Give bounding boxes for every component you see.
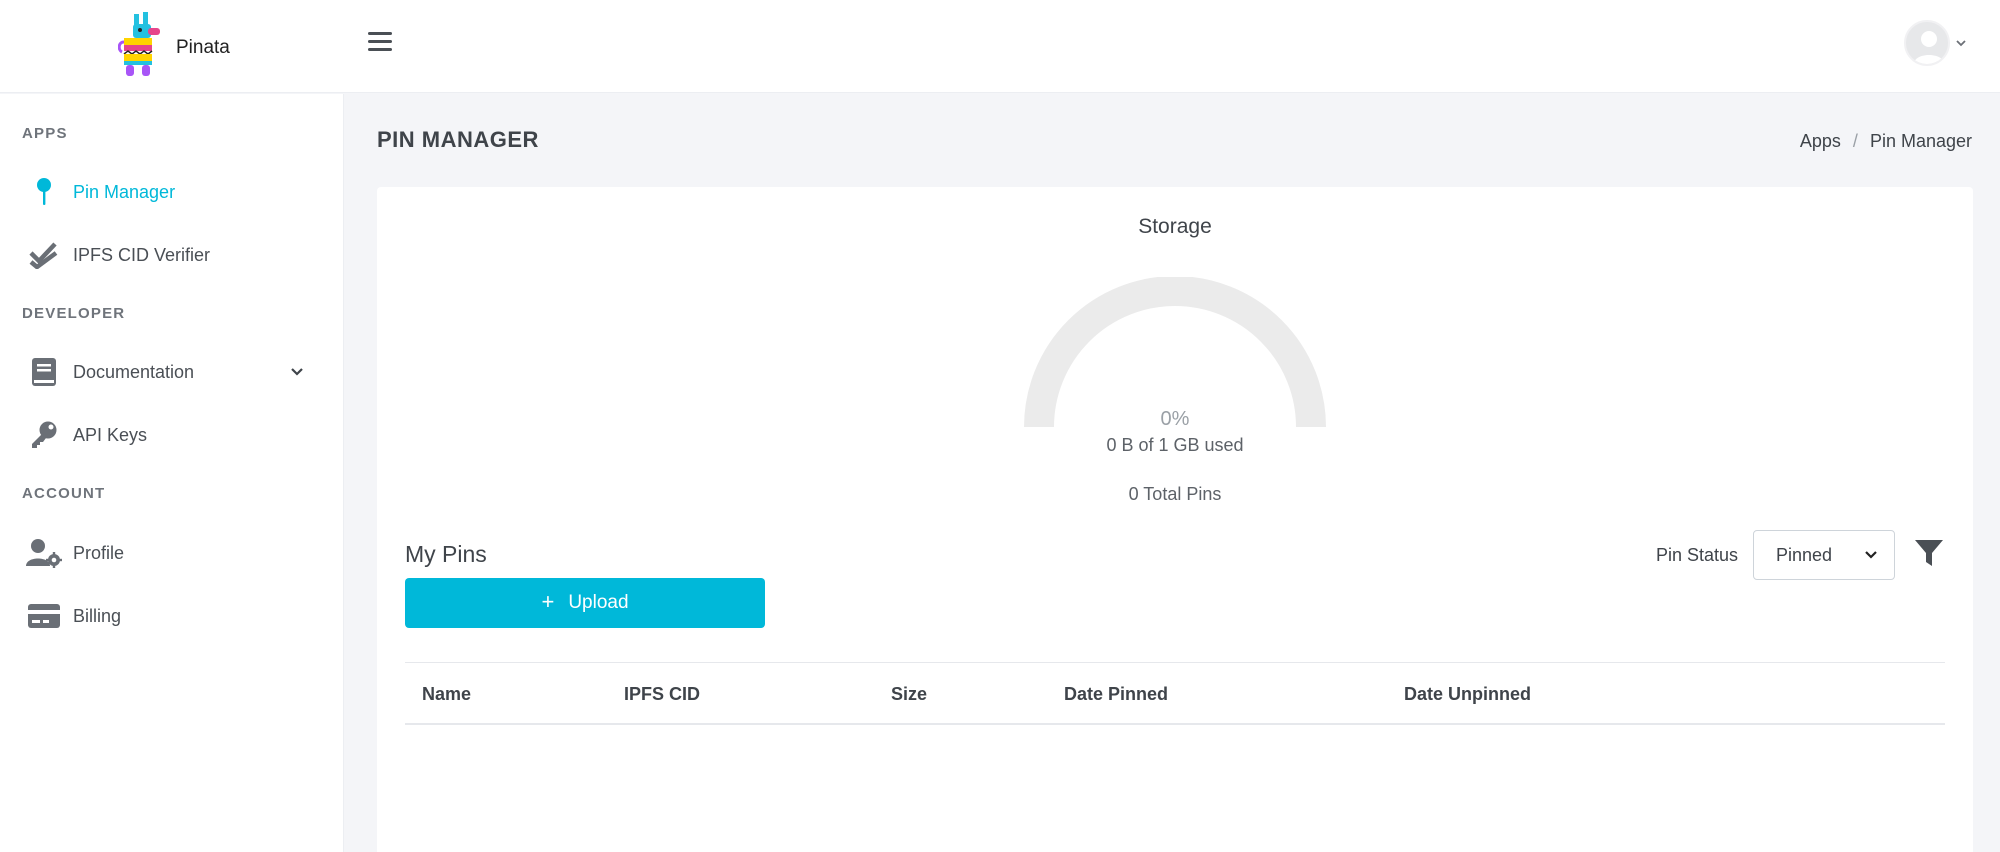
sidebar-section-title-apps: APPS [22, 125, 68, 142]
chevron-down-icon [291, 368, 303, 376]
sidebar-item-label: Pin Manager [73, 181, 176, 202]
storage-used-text: 0 B of 1 GB used [1106, 435, 1244, 455]
sidebar-section-title-account: ACCOUNT [22, 485, 106, 502]
sidebar-item-label: API Keys [73, 424, 148, 445]
sidebar-item-billing[interactable]: Billing [0, 593, 344, 639]
pins-table-header: Name IPFS CID Size Date Pinned Date Unpi… [405, 662, 1945, 725]
column-header-size[interactable]: Size [891, 684, 927, 705]
credit-card-icon [24, 596, 64, 636]
pin-status-label: Pin Status [1656, 545, 1739, 565]
key-icon [24, 415, 64, 455]
column-header-date-pinned[interactable]: Date Pinned [1064, 684, 1168, 705]
sidebar-item-label: Profile [73, 542, 125, 563]
plus-icon: + [541, 588, 555, 614]
upload-button[interactable]: + Upload [405, 578, 765, 628]
sidebar: APPS Pin Manager IPFS CID Verifier DEVEL… [0, 94, 344, 852]
sidebar-item-profile[interactable]: Profile [0, 530, 344, 576]
upload-button-label: Upload [568, 592, 629, 613]
sidebar-item-documentation[interactable]: Documentation [0, 349, 344, 395]
brand[interactable]: Pinata [118, 12, 230, 78]
column-header-date-unpinned[interactable]: Date Unpinned [1404, 684, 1531, 705]
pin-manager-card: Storage 0% 0 B of 1 GB used 0 Total Pins… [377, 187, 1973, 852]
breadcrumb-separator: / [1852, 131, 1858, 151]
storage-gauge-track [1024, 277, 1326, 428]
storage-percent: 0% [1160, 408, 1190, 430]
top-header: Pinata [0, 0, 2000, 93]
user-silhouette-icon [1914, 31, 1944, 64]
breadcrumb-item-apps[interactable]: Apps [1800, 131, 1841, 152]
book-icon [24, 352, 64, 392]
pin-status-select[interactable]: Pinned [1753, 530, 1895, 580]
breadcrumb-item-current: Pin Manager [1869, 131, 1972, 151]
brand-name: Pinata [176, 37, 230, 58]
sidebar-item-api-keys[interactable]: API Keys [0, 412, 344, 458]
chevron-down-icon [1956, 40, 1966, 47]
sidebar-item-label: Billing [73, 605, 122, 626]
column-header-ipfs-cid[interactable]: IPFS CID [624, 684, 700, 705]
storage-title: Storage [1138, 215, 1212, 238]
double-check-icon [24, 235, 64, 275]
total-pins-count: 0 Total Pins [1128, 484, 1222, 504]
hamburger-icon [368, 32, 392, 35]
menu-toggle-button[interactable] [368, 32, 392, 52]
hamburger-icon-line [368, 48, 392, 51]
sidebar-item-label: Documentation [73, 361, 195, 382]
sidebar-item-pin-manager[interactable]: Pin Manager [0, 169, 344, 215]
chevron-down-icon [1865, 551, 1877, 559]
sidebar-section-title-developer: DEVELOPER [22, 305, 126, 322]
filter-icon[interactable] [1914, 538, 1944, 568]
pin-status-value: Pinned [1776, 544, 1833, 565]
user-menu-button[interactable] [1904, 20, 1966, 66]
pin-icon [24, 172, 64, 212]
user-gear-icon [24, 533, 64, 573]
sidebar-item-label: IPFS CID Verifier [73, 244, 211, 265]
pinata-logo-icon [118, 12, 160, 76]
column-header-name[interactable]: Name [422, 684, 471, 705]
sidebar-item-ipfs-cid-verifier[interactable]: IPFS CID Verifier [0, 232, 344, 278]
breadcrumb: Apps / Pin Manager [1800, 131, 1972, 152]
page-title: PIN MANAGER [377, 127, 539, 152]
my-pins-heading: My Pins [405, 541, 487, 567]
hamburger-icon-line [368, 40, 392, 43]
avatar [1904, 20, 1950, 66]
